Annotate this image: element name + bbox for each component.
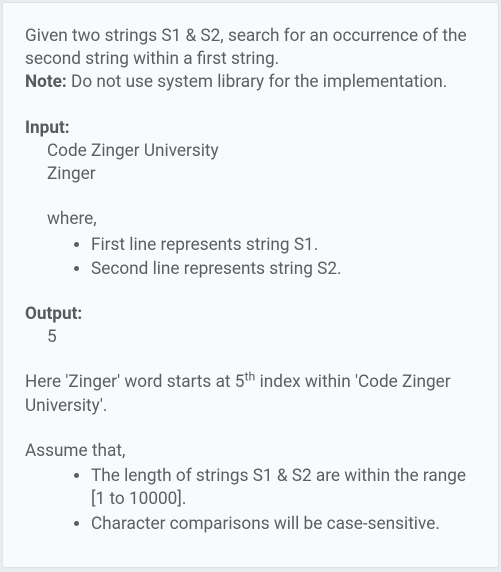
- explain-pre: Here 'Zinger' word starts at 5: [25, 372, 244, 392]
- explanation: Here 'Zinger' word starts at 5th index w…: [25, 371, 476, 417]
- problem-card: Given two strings S1 & S2, search for an…: [2, 2, 499, 568]
- list-item: The length of strings S1 & S2 are within…: [91, 465, 476, 511]
- note-label: Note:: [25, 72, 67, 92]
- list-item: Character comparisons will be case-sensi…: [91, 513, 476, 536]
- input-line1: Code Zinger University: [25, 140, 476, 163]
- assume-label: Assume that,: [25, 440, 476, 463]
- intro-line1: Given two strings S1 & S2, search for an…: [25, 26, 467, 69]
- intro-paragraph: Given two strings S1 & S2, search for an…: [25, 25, 476, 95]
- assume-bullets: The length of strings S1 & S2 are within…: [25, 465, 476, 536]
- input-line2: Zinger: [25, 163, 476, 186]
- list-item: First line represents string S1.: [91, 234, 476, 257]
- note-text: Do not use system library for the implem…: [67, 72, 447, 92]
- explain-sup: th: [244, 371, 255, 385]
- list-item: Second line represents string S2.: [91, 258, 476, 281]
- input-bullets: First line represents string S1. Second …: [25, 234, 476, 281]
- output-label: Output:: [25, 303, 476, 326]
- input-label: Input:: [25, 117, 476, 140]
- where-label: where,: [25, 208, 476, 231]
- output-value: 5: [25, 326, 476, 349]
